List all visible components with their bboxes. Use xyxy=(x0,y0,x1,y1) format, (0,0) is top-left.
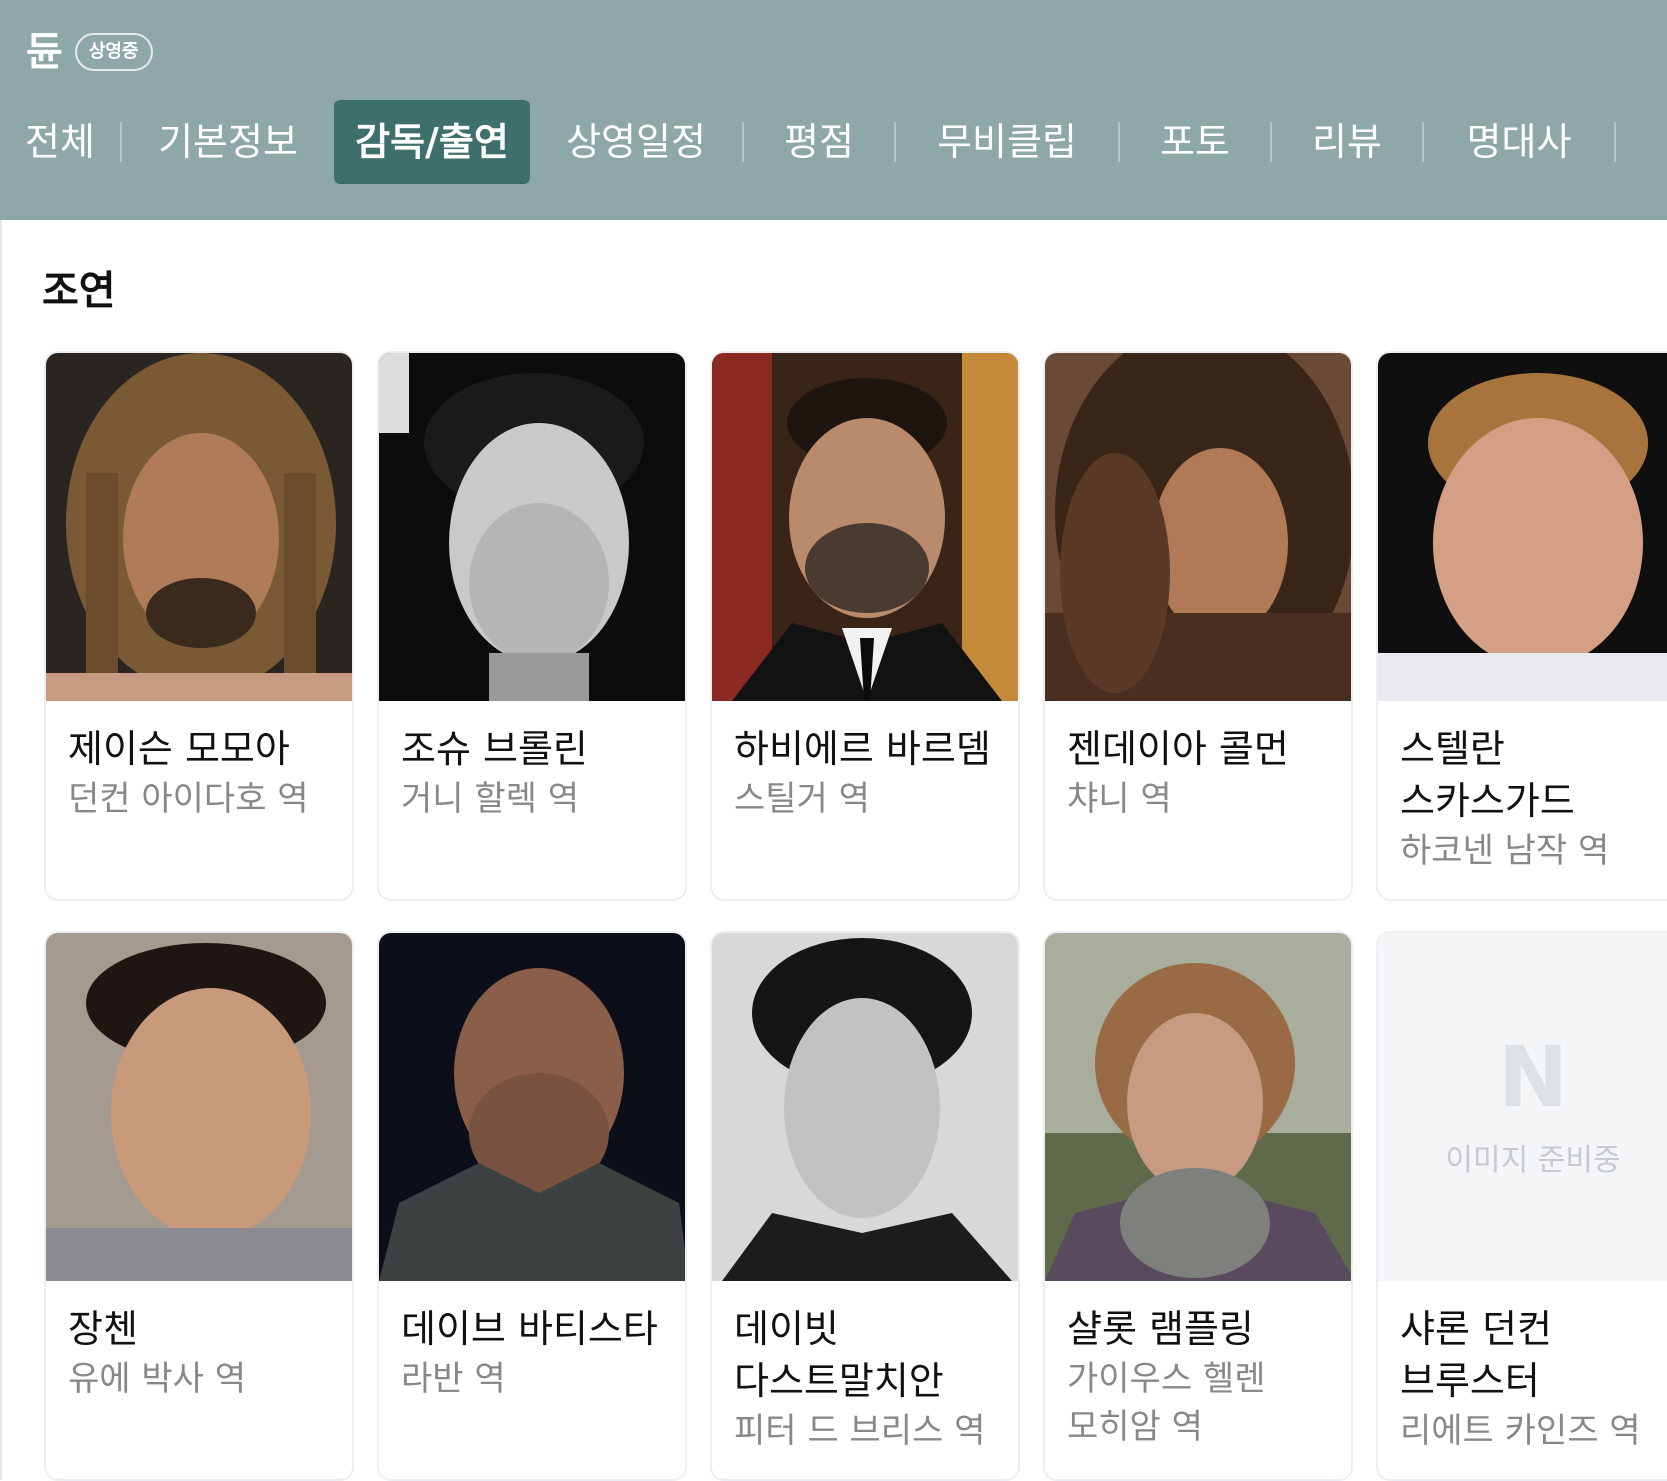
actor-photo[interactable] xyxy=(379,933,685,1281)
actor-role: 가이우스 헬렌 모히암 역 xyxy=(1067,1359,1266,1447)
actor-name[interactable]: 젠데이아 콜먼 xyxy=(1067,723,1329,775)
actor-photo[interactable] xyxy=(46,353,352,701)
tab-quotes[interactable]: 명대사 xyxy=(1424,100,1614,184)
actor-role: 챠니 역 xyxy=(1067,779,1172,819)
tab-divider xyxy=(1614,122,1616,162)
portrait-bw-image xyxy=(379,353,685,701)
actor-photo[interactable] xyxy=(1045,353,1351,701)
portrait-dreadlocks-image xyxy=(46,353,352,701)
portrait-bw-dark-hair-image xyxy=(712,933,1018,1281)
placeholder-text: 이미지 준비중 xyxy=(1445,1143,1621,1178)
actor-role: 하코넨 남작 역 xyxy=(1400,831,1610,871)
image-placeholder[interactable]: N 이미지 준비중 xyxy=(1378,933,1667,1281)
actor-name[interactable]: 조슈 브롤린 xyxy=(401,723,663,775)
tab-cast[interactable]: 감독/출연 xyxy=(334,100,530,184)
tab-basic-info[interactable]: 기본정보 xyxy=(122,100,334,184)
portrait-young-man-image xyxy=(46,933,352,1281)
actor-photo[interactable] xyxy=(712,353,1018,701)
tab-rating[interactable]: 평점 xyxy=(744,100,894,184)
cast-card[interactable]: 데이빗 다스트말치안 피터 드 브리스 역 xyxy=(710,931,1020,1481)
portrait-suit-image xyxy=(712,353,1018,701)
actor-role: 스틸거 역 xyxy=(734,779,870,819)
cast-card[interactable]: 조슈 브롤린 거니 할렉 역 xyxy=(377,351,687,901)
actor-name[interactable]: 샤론 던컨 브루스터 xyxy=(1400,1303,1662,1407)
actor-role: 리에트 카인즈 역 xyxy=(1400,1411,1641,1451)
cast-card[interactable]: 스텔란 스카스가드 하코넨 남작 역 xyxy=(1376,351,1667,901)
section-title: 조연 xyxy=(42,268,116,314)
cast-section: 조연 제이슨 모모아 던컨 아이다호 역 조슈 브롤린 거니 할렉 역 하비에르… xyxy=(0,220,1667,1481)
actor-photo[interactable] xyxy=(46,933,352,1281)
movie-header: 듄 상영중 전체 기본정보 감독/출연 상영일정 평점 무비클립 포토 리뷰 명… xyxy=(0,0,1667,220)
cast-card[interactable]: 샬롯 램플링 가이우스 헬렌 모히암 역 xyxy=(1043,931,1353,1481)
tab-review[interactable]: 리뷰 xyxy=(1272,100,1422,184)
cast-card[interactable]: N 이미지 준비중 샤론 던컨 브루스터 리에트 카인즈 역 xyxy=(1376,931,1667,1481)
actor-role: 던컨 아이다호 역 xyxy=(68,779,309,819)
placeholder-logo-icon: N xyxy=(1497,1028,1569,1126)
actor-name[interactable]: 장첸 xyxy=(68,1303,330,1355)
cast-card[interactable]: 젠데이아 콜먼 챠니 역 xyxy=(1043,351,1353,901)
portrait-blond-image xyxy=(1378,353,1667,701)
actor-role: 피터 드 브리스 역 xyxy=(734,1411,986,1451)
status-badge: 상영중 xyxy=(74,33,153,71)
tab-movie-clip[interactable]: 무비클립 xyxy=(896,100,1118,184)
actor-name[interactable]: 데이빗 다스트말치안 xyxy=(734,1303,996,1407)
actor-photo[interactable] xyxy=(379,353,685,701)
actor-name[interactable]: 제이슨 모모아 xyxy=(68,723,330,775)
actor-name[interactable]: 하비에르 바르뎀 xyxy=(734,723,996,775)
actor-role: 거니 할렉 역 xyxy=(401,779,580,819)
movie-title[interactable]: 듄 xyxy=(26,28,63,76)
tab-schedule[interactable]: 상영일정 xyxy=(530,100,742,184)
cast-card[interactable]: 하비에르 바르뎀 스틸거 역 xyxy=(710,351,1020,901)
actor-name[interactable]: 스텔란 스카스가드 xyxy=(1400,723,1662,827)
tab-all[interactable]: 전체 xyxy=(0,100,120,184)
portrait-curly-hair-image xyxy=(1045,353,1351,701)
cast-card[interactable]: 데이브 바티스타 라반 역 xyxy=(377,931,687,1481)
actor-name[interactable]: 샬롯 램플링 xyxy=(1067,1303,1329,1355)
actor-photo[interactable] xyxy=(712,933,1018,1281)
cast-card[interactable]: 장첸 유에 박사 역 xyxy=(44,931,354,1481)
actor-photo[interactable] xyxy=(1045,933,1351,1281)
title-row: 듄 상영중 xyxy=(26,28,153,76)
actor-role: 라반 역 xyxy=(401,1359,506,1399)
portrait-scarf-image xyxy=(1045,933,1351,1281)
cast-card[interactable]: 제이슨 모모아 던컨 아이다호 역 xyxy=(44,351,354,901)
actor-photo[interactable] xyxy=(1378,353,1667,701)
portrait-bald-image xyxy=(379,933,685,1281)
tab-bar: 전체 기본정보 감독/출연 상영일정 평점 무비클립 포토 리뷰 명대사 xyxy=(0,100,1667,184)
tab-photo[interactable]: 포토 xyxy=(1120,100,1270,184)
actor-role: 유에 박사 역 xyxy=(68,1359,247,1399)
actor-name[interactable]: 데이브 바티스타 xyxy=(401,1303,663,1355)
